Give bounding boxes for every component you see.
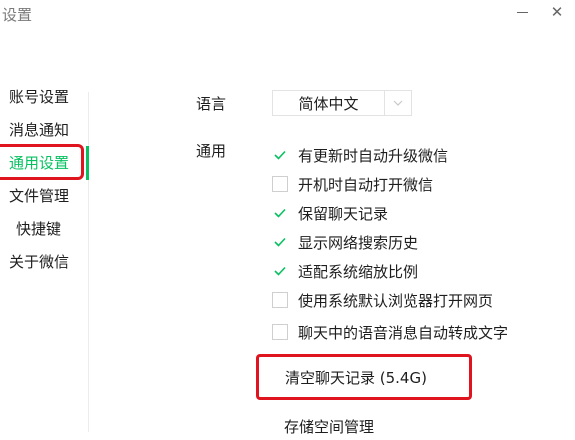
option-label: 保留聊天记录 (298, 204, 389, 223)
sidebar-item-shortcuts[interactable]: 快捷键 (16, 217, 61, 241)
option-label: 开机时自动打开微信 (298, 175, 434, 194)
clear-chat-history-button[interactable]: 清空聊天记录 (5.4G) (256, 354, 472, 400)
option-show-search-history[interactable]: 显示网络搜索历史 (272, 232, 418, 252)
option-label: 聊天中的语音消息自动转成文字 (298, 323, 509, 342)
minimize-button[interactable] (512, 2, 532, 22)
option-auto-update[interactable]: 有更新时自动升级微信 (272, 145, 448, 165)
language-selected-value: 简体中文 (298, 94, 359, 113)
language-label: 语言 (196, 95, 227, 113)
option-keep-chat-history[interactable]: 保留聊天记录 (272, 203, 388, 223)
general-label: 通用 (196, 142, 227, 160)
language-select[interactable]: 简体中文 (272, 90, 412, 116)
sidebar-active-indicator (86, 146, 89, 180)
checkbox[interactable] (272, 205, 288, 221)
language-dropdown-toggle[interactable] (384, 91, 411, 115)
sidebar-divider (88, 92, 89, 432)
window-title: 设置 (2, 6, 33, 24)
checkbox[interactable] (272, 263, 288, 279)
option-label: 显示网络搜索历史 (298, 233, 419, 252)
checkbox[interactable] (272, 234, 288, 250)
close-icon: ✕ (550, 3, 564, 21)
option-voice-to-text[interactable]: 聊天中的语音消息自动转成文字 (272, 322, 508, 342)
option-label: 适配系统缩放比例 (298, 262, 419, 281)
storage-management-link[interactable]: 存储空间管理 (284, 416, 374, 437)
close-button[interactable]: ✕ (547, 2, 567, 22)
sidebar-item-general[interactable]: 通用设置 (9, 151, 69, 175)
check-icon (274, 150, 286, 160)
sidebar-item-account[interactable]: 账号设置 (9, 85, 69, 109)
option-default-browser[interactable]: 使用系统默认浏览器打开网页 (272, 290, 493, 310)
check-icon (274, 266, 286, 276)
chevron-down-icon (393, 100, 403, 106)
checkbox[interactable] (272, 147, 288, 163)
minimize-icon (516, 11, 528, 13)
option-label: 有更新时自动升级微信 (298, 146, 449, 165)
checkbox[interactable] (272, 324, 288, 340)
sidebar-item-notifications[interactable]: 消息通知 (9, 118, 69, 142)
option-label: 使用系统默认浏览器打开网页 (298, 291, 494, 310)
check-icon (274, 208, 286, 218)
sidebar-item-files[interactable]: 文件管理 (9, 184, 69, 208)
sidebar-item-about[interactable]: 关于微信 (9, 250, 69, 274)
checkbox[interactable] (272, 292, 288, 308)
check-icon (274, 237, 286, 247)
checkbox[interactable] (272, 176, 288, 192)
option-launch-on-startup[interactable]: 开机时自动打开微信 (272, 174, 433, 194)
option-system-scaling[interactable]: 适配系统缩放比例 (272, 261, 418, 281)
